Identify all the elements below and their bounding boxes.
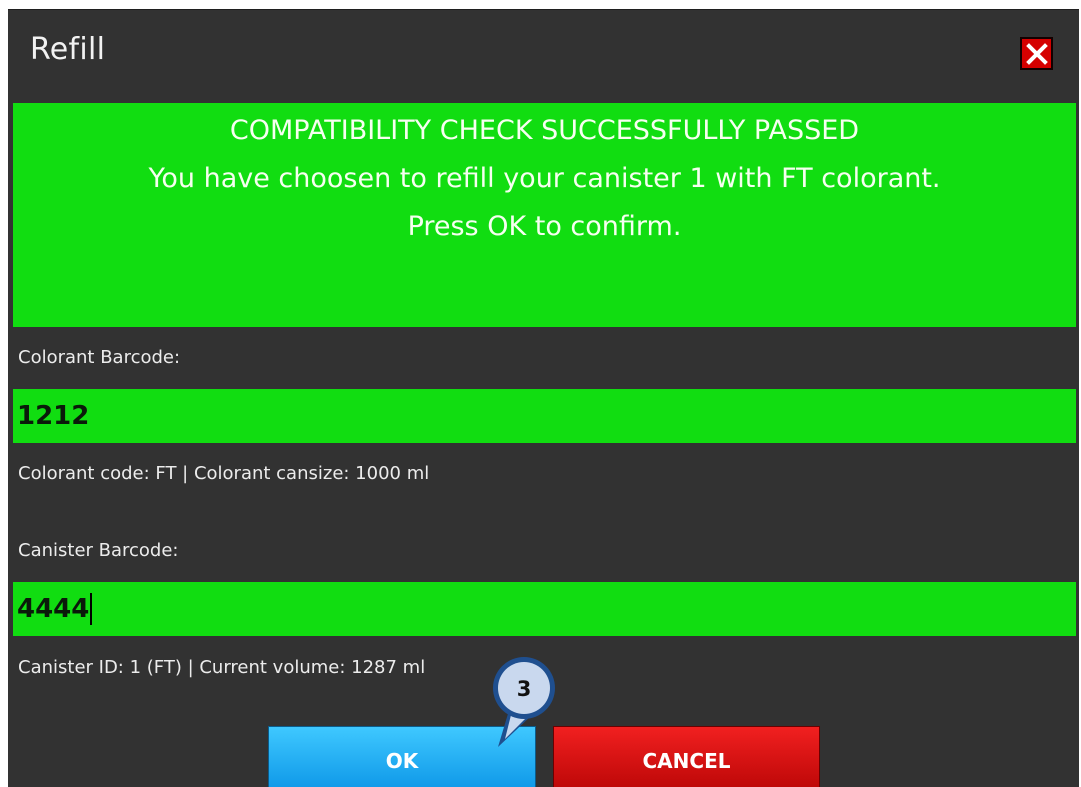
close-button[interactable] <box>1020 37 1053 70</box>
colorant-info: Colorant code: FT | Colorant cansize: 10… <box>18 463 430 484</box>
step-marker: 3 <box>492 655 570 755</box>
refill-dialog: Refill COMPATIBILITY CHECK SUCCESSFULLY … <box>8 9 1079 787</box>
compatibility-banner: COMPATIBILITY CHECK SUCCESSFULLY PASSED … <box>13 103 1076 327</box>
canister-barcode-input[interactable]: 4444 <box>13 582 1076 636</box>
step-number: 3 <box>516 677 532 701</box>
cancel-button[interactable]: CANCEL <box>553 726 820 787</box>
canister-barcode-value: 4444 <box>17 594 90 624</box>
canister-barcode-label: Canister Barcode: <box>18 540 179 561</box>
dialog-title: Refill <box>30 32 106 67</box>
banner-message: You have choosen to refill your canister… <box>148 163 941 194</box>
colorant-barcode-value: 1212 <box>17 401 90 431</box>
colorant-barcode-label: Colorant Barcode: <box>18 347 181 368</box>
canister-info: Canister ID: 1 (FT) | Current volume: 12… <box>18 657 426 678</box>
banner-instruction: Press OK to confirm. <box>407 211 682 242</box>
colorant-barcode-input[interactable]: 1212 <box>13 389 1076 443</box>
close-icon <box>1025 42 1048 65</box>
title-bar: Refill <box>8 10 1079 98</box>
step-callout-icon <box>493 657 555 747</box>
text-caret <box>90 593 93 625</box>
banner-heading: COMPATIBILITY CHECK SUCCESSFULLY PASSED <box>229 115 860 146</box>
